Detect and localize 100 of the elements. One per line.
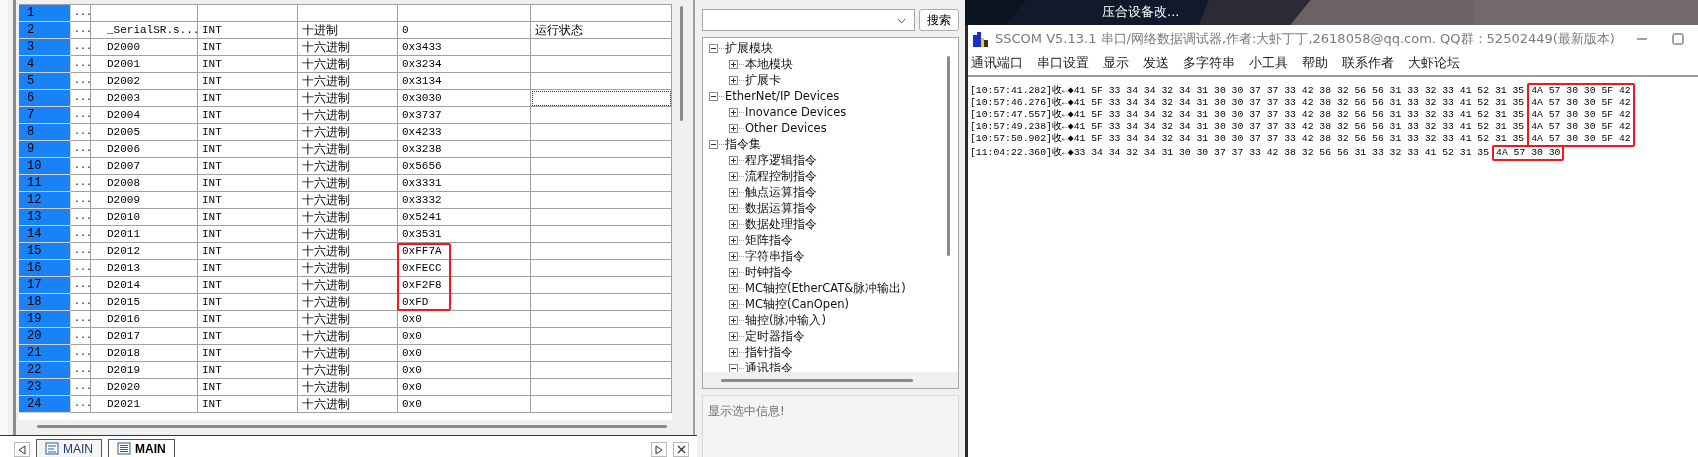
table-cell[interactable] xyxy=(531,90,672,107)
row-header[interactable]: 3 xyxy=(19,39,71,56)
tree-item[interactable]: 程序逻辑指令 xyxy=(745,152,817,168)
expand-icon[interactable] xyxy=(729,347,738,357)
close-button[interactable] xyxy=(673,442,689,457)
row-header[interactable]: 1 xyxy=(19,5,71,22)
row-header[interactable]: 5 xyxy=(19,73,71,90)
row-header[interactable]: 7 xyxy=(19,107,71,124)
search-field[interactable] xyxy=(702,9,915,31)
table-cell: 0x5241 xyxy=(398,209,531,226)
expand-icon[interactable] xyxy=(729,107,738,117)
row-header[interactable]: 11 xyxy=(19,175,71,192)
row-header[interactable]: 13 xyxy=(19,209,71,226)
tree-item[interactable]: 数据运算指令 xyxy=(745,200,817,216)
tree-item[interactable]: 轴控(脉冲输入) xyxy=(745,312,826,328)
table-cell: 0x0 xyxy=(398,311,531,328)
row-header[interactable]: 14 xyxy=(19,226,71,243)
collapse-icon[interactable] xyxy=(709,91,718,101)
editor-tab[interactable]: MAIN xyxy=(108,439,175,457)
scrollbar-thumb[interactable] xyxy=(947,56,950,256)
tree-item[interactable]: 矩阵指令 xyxy=(745,232,793,248)
list-icon xyxy=(117,442,131,455)
menu-item[interactable]: 通讯端口 xyxy=(971,55,1023,72)
expand-icon[interactable] xyxy=(729,171,738,181)
row-header[interactable]: 10 xyxy=(19,158,71,175)
row-header[interactable]: 8 xyxy=(19,124,71,141)
table-cell: 十六进制 xyxy=(298,328,398,345)
tree-item[interactable]: 指针指令 xyxy=(745,344,793,360)
tree-item[interactable]: Inovance Devices xyxy=(745,105,847,119)
tree-item[interactable]: MC轴控(CanOpen) xyxy=(745,296,849,312)
row-header[interactable]: 17 xyxy=(19,277,71,294)
tree-item[interactable]: Other Devices xyxy=(745,121,827,135)
tree-item[interactable]: 扩展卡 xyxy=(745,72,781,88)
expand-icon[interactable] xyxy=(729,315,738,325)
scrollbar-thumb[interactable] xyxy=(680,6,683,121)
row-header[interactable]: 4 xyxy=(19,56,71,73)
tree-item[interactable]: 时钟指令 xyxy=(745,264,793,280)
table-cell: 十六进制 xyxy=(298,396,398,413)
expand-icon[interactable] xyxy=(729,299,738,309)
table-cell: D2011 xyxy=(91,226,198,243)
expand-icon[interactable] xyxy=(729,219,738,229)
expand-icon[interactable] xyxy=(729,251,738,261)
menu-item[interactable]: 小工具 xyxy=(1249,55,1288,72)
tree-item[interactable]: 指令集 xyxy=(725,136,761,152)
tree-item[interactable]: MC轴控(EtherCAT&脉冲输出) xyxy=(745,280,906,296)
expand-icon[interactable] xyxy=(729,187,738,197)
tree-item[interactable]: 数据处理指令 xyxy=(745,216,817,232)
tree-item[interactable]: 扩展模块 xyxy=(725,40,773,56)
row-header[interactable]: 2 xyxy=(19,22,71,39)
row-header[interactable]: 22 xyxy=(19,362,71,379)
expand-icon[interactable] xyxy=(729,75,738,85)
expand-icon[interactable] xyxy=(729,283,738,293)
table-cell: 0x3433 xyxy=(398,39,531,56)
row-header[interactable]: 23 xyxy=(19,379,71,396)
row-header[interactable]: 18 xyxy=(19,294,71,311)
menu-item[interactable]: 发送 xyxy=(1143,55,1169,72)
expand-icon[interactable] xyxy=(729,267,738,277)
row-header[interactable]: 9 xyxy=(19,141,71,158)
table-cell: ... xyxy=(71,328,91,345)
menu-item[interactable]: 帮助 xyxy=(1302,55,1328,72)
tree-item[interactable]: 流程控制指令 xyxy=(745,168,817,184)
row-header[interactable]: 20 xyxy=(19,328,71,345)
menu-item[interactable]: 多字符串 xyxy=(1183,55,1235,72)
expand-icon[interactable] xyxy=(729,203,738,213)
row-header[interactable]: 16 xyxy=(19,260,71,277)
scroll-right-button[interactable] xyxy=(651,442,667,457)
tree-item[interactable]: 触点运算指令 xyxy=(745,184,817,200)
search-button[interactable]: 搜索 xyxy=(919,9,959,31)
table-cell: ... xyxy=(71,90,91,107)
row-header[interactable]: 15 xyxy=(19,243,71,260)
tree-item[interactable]: 字符串指令 xyxy=(745,248,805,264)
menu-item[interactable]: 联系作者 xyxy=(1342,55,1394,72)
table-cell: ... xyxy=(71,73,91,90)
table-cell: 0xFD xyxy=(398,294,531,311)
menu-item[interactable]: 串口设置 xyxy=(1037,55,1089,72)
editor-tab[interactable]: MAIN xyxy=(36,439,102,457)
table-cell: 0x3737 xyxy=(398,107,531,124)
expand-icon[interactable] xyxy=(729,155,738,165)
row-header[interactable]: 24 xyxy=(19,396,71,413)
table-cell: INT xyxy=(198,107,298,124)
scrollbar-thumb[interactable] xyxy=(37,425,667,428)
row-header[interactable]: 6 xyxy=(19,90,71,107)
scrollbar-thumb[interactable] xyxy=(721,379,913,382)
tree-item[interactable]: EtherNet/IP Devices xyxy=(725,89,840,103)
menu-item[interactable]: 显示 xyxy=(1103,55,1129,72)
expand-icon[interactable] xyxy=(729,331,738,341)
tree-item[interactable]: 定时器指令 xyxy=(745,328,805,344)
row-header[interactable]: 21 xyxy=(19,345,71,362)
row-header[interactable]: 12 xyxy=(19,192,71,209)
tree-item[interactable]: 本地模块 xyxy=(745,56,793,72)
expand-icon[interactable] xyxy=(729,59,738,69)
collapse-icon[interactable] xyxy=(709,43,718,53)
table-cell: D2000 xyxy=(91,39,198,56)
expand-icon[interactable] xyxy=(729,235,738,245)
collapse-icon[interactable] xyxy=(709,139,718,149)
expand-icon[interactable] xyxy=(729,123,738,133)
menu-item[interactable]: 大虾论坛 xyxy=(1408,55,1460,72)
row-header[interactable]: 19 xyxy=(19,311,71,328)
table-cell: 十六进制 xyxy=(298,209,398,226)
scroll-left-button[interactable] xyxy=(14,442,30,457)
